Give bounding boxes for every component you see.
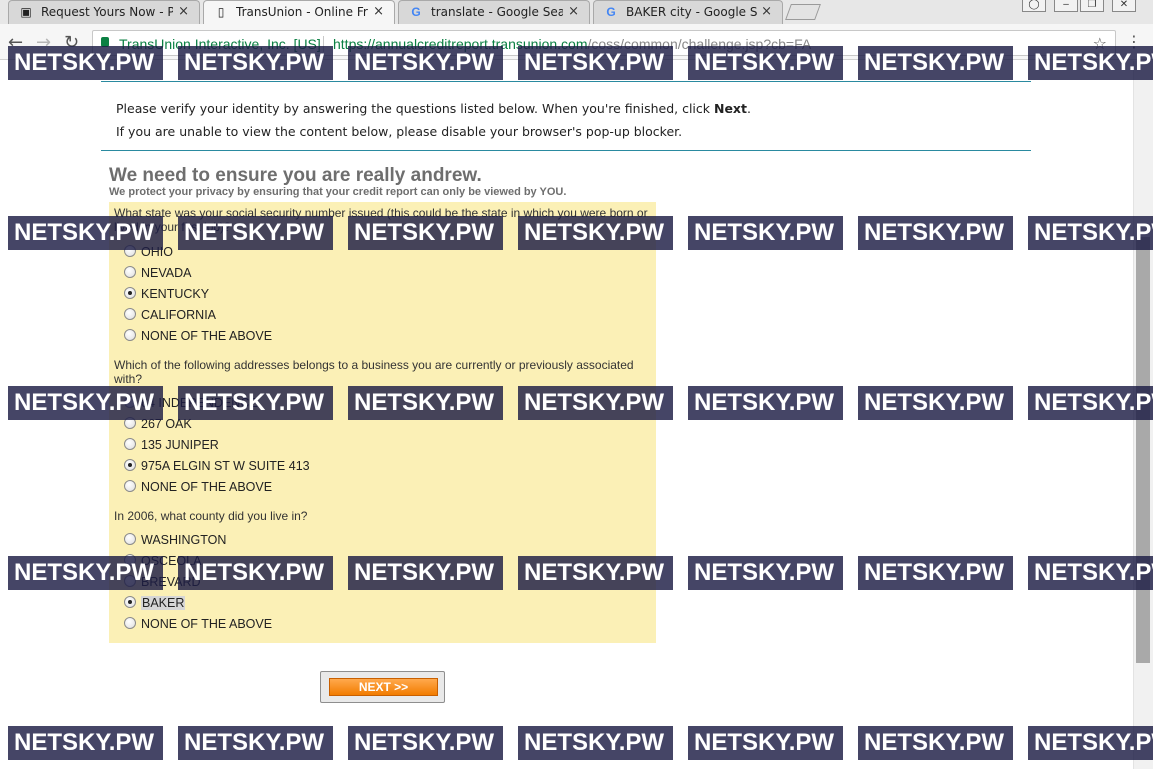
tab-title: translate - Google Search xyxy=(431,5,563,19)
close-window-icon[interactable]: ✕ xyxy=(1112,0,1136,12)
intro-period: . xyxy=(746,101,751,116)
option-label: 135 JUNIPER xyxy=(141,438,219,452)
option-label: NONE OF THE ABOVE xyxy=(141,480,273,494)
new-tab-button[interactable] xyxy=(785,4,821,20)
tab-baker-city-search[interactable]: G BAKER city - Google Sear × xyxy=(593,0,783,24)
page-icon: ▯ xyxy=(217,5,225,19)
question-1-text: What state was your social security numb… xyxy=(114,206,648,234)
radio-button[interactable] xyxy=(124,329,136,341)
radio-button[interactable] xyxy=(124,266,136,278)
omnibox-separator xyxy=(323,36,324,52)
option-label: NEVADA xyxy=(141,266,192,280)
verification-questions: What state was your social security numb… xyxy=(109,202,656,643)
radio-button[interactable] xyxy=(124,554,136,566)
tab-strip: ▣ Request Yours Now - Pic × ▯ TransUnion… xyxy=(0,0,1153,24)
url-text: https://annualcreditreport.transunion.co… xyxy=(333,36,811,52)
option-label: 975A ELGIN ST W SUITE 413 xyxy=(141,459,310,473)
option-label: 64 INDEPENDENCE xyxy=(141,396,258,410)
top-divider xyxy=(101,81,1031,82)
close-tab-icon[interactable]: × xyxy=(178,4,189,19)
radio-button[interactable] xyxy=(124,438,136,450)
close-tab-icon[interactable]: × xyxy=(568,4,579,19)
radio-button[interactable] xyxy=(124,417,136,429)
next-button-frame: NEXT >> xyxy=(320,671,445,703)
tab-request-yours-now[interactable]: ▣ Request Yours Now - Pic × xyxy=(8,0,200,24)
question-2-text: Which of the following addresses belongs… xyxy=(114,358,634,386)
radio-button-selected[interactable] xyxy=(124,459,136,471)
option-label: 267 OAK xyxy=(141,417,192,431)
google-icon: G xyxy=(606,5,616,19)
option-label: BREVARD xyxy=(141,575,201,589)
address-bar[interactable]: TransUnion Interactive, Inc. [US] https:… xyxy=(92,30,1116,56)
radio-button[interactable] xyxy=(124,575,136,587)
radio-button[interactable] xyxy=(124,480,136,492)
option-label: WASHINGTON xyxy=(141,533,227,547)
lock-icon xyxy=(101,37,109,47)
option-label: OHIO xyxy=(141,245,173,259)
page-subheading: We protect your privacy by ensuring that… xyxy=(109,186,567,198)
bottom-divider xyxy=(101,150,1031,151)
tab-transunion[interactable]: ▯ TransUnion - Online Frau × xyxy=(203,0,395,24)
minimize-icon[interactable]: – xyxy=(1054,0,1078,12)
page-content: Please verify your identity by answering… xyxy=(0,61,1153,769)
close-tab-icon[interactable]: × xyxy=(761,4,772,19)
option-label: NONE OF THE ABOVE xyxy=(141,329,273,343)
intro-line-1: Please verify your identity by answering… xyxy=(116,101,751,116)
radio-button-selected[interactable] xyxy=(124,596,136,608)
url-host: https://annualcreditreport.transunion.co… xyxy=(333,36,588,52)
option-label: CALIFORNIA xyxy=(141,308,217,322)
option-label: NONE OF THE ABOVE xyxy=(141,617,273,631)
option-label: OSCEOLA xyxy=(141,554,202,568)
browser-toolbar: ← → ↻ TransUnion Interactive, Inc. [US] … xyxy=(0,24,1153,60)
page-heading: We need to ensure you are really andrew. xyxy=(109,165,482,186)
radio-button[interactable] xyxy=(124,617,136,629)
bookmark-star-icon[interactable]: ☆ xyxy=(1093,34,1107,53)
menu-icon[interactable]: ⋮ xyxy=(1126,32,1142,51)
intro-text: Please verify your identity by answering… xyxy=(116,101,714,116)
scrollbar-thumb[interactable] xyxy=(1136,237,1150,663)
radio-button[interactable] xyxy=(124,308,136,320)
back-arrow-icon[interactable]: ← xyxy=(8,32,23,53)
radio-button[interactable] xyxy=(124,245,136,257)
close-tab-icon[interactable]: × xyxy=(373,4,384,19)
next-button[interactable]: NEXT >> xyxy=(329,678,438,696)
reload-icon[interactable]: ↻ xyxy=(64,32,79,53)
tab-title: Request Yours Now - Pic xyxy=(41,5,173,19)
radio-button-selected[interactable] xyxy=(124,287,136,299)
picture-icon: ▣ xyxy=(20,5,32,19)
intro-line-2: If you are unable to view the content be… xyxy=(116,124,683,139)
option-label: BAKER xyxy=(141,596,186,610)
tab-title: TransUnion - Online Frau xyxy=(236,5,368,19)
site-identity: TransUnion Interactive, Inc. [US] xyxy=(119,36,321,52)
url-path: /coss/common/challenge.jsp?cb=FA xyxy=(587,36,812,52)
radio-button[interactable] xyxy=(124,533,136,545)
forward-arrow-icon[interactable]: → xyxy=(36,32,51,53)
profile-icon[interactable]: ◯ xyxy=(1022,0,1046,12)
tab-translate-search[interactable]: G translate - Google Search × xyxy=(398,0,590,24)
page-scrollbar[interactable] xyxy=(1133,61,1153,769)
intro-next-word: Next xyxy=(713,101,747,116)
google-icon: G xyxy=(411,5,421,19)
option-label: KENTUCKY xyxy=(141,287,210,301)
tab-title: BAKER city - Google Sear xyxy=(626,5,758,19)
question-3-text: In 2006, what county did you live in? xyxy=(114,509,308,523)
maximize-icon[interactable]: ❐ xyxy=(1080,0,1104,12)
radio-button[interactable] xyxy=(124,396,136,408)
